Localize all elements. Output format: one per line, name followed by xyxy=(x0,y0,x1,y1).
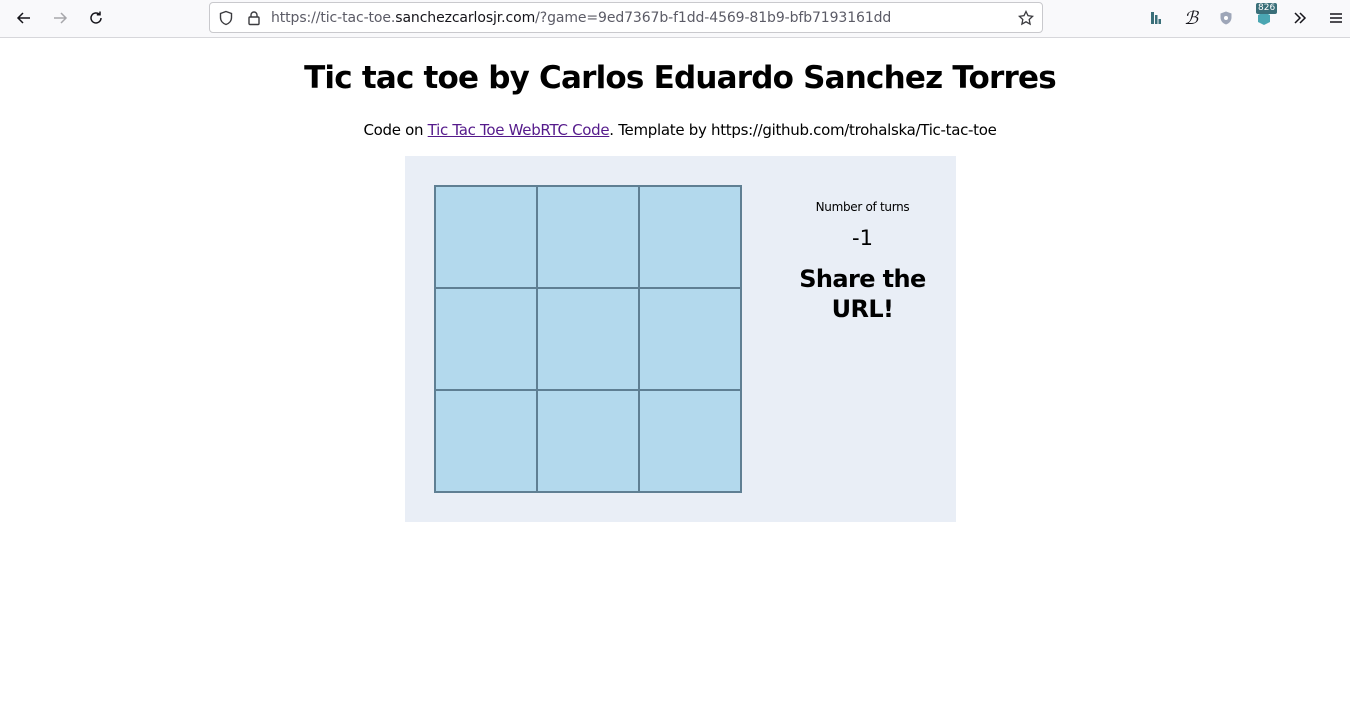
extension-button-3[interactable] xyxy=(1212,5,1240,31)
url-prefix: https://tic-tac-toe. xyxy=(271,10,396,26)
forward-button[interactable] xyxy=(46,5,74,31)
board-cell-2[interactable] xyxy=(537,186,639,288)
game-panel: Number of turns -1 Share the URL! xyxy=(405,156,956,522)
url-domain: sanchezcarlosjr.com xyxy=(395,10,536,26)
arrow-right-icon xyxy=(54,12,68,24)
board-cell-8[interactable] xyxy=(537,390,639,492)
page-title: Tic tac toe by Carlos Eduardo Sanchez To… xyxy=(304,60,1057,96)
credits-suffix: . Template by https://github.com/trohals… xyxy=(609,121,997,139)
hamburger-menu-icon xyxy=(1330,13,1342,23)
overflow-button[interactable] xyxy=(1286,5,1314,31)
turns-label: Number of turns xyxy=(815,200,910,214)
board-cell-9[interactable] xyxy=(639,390,741,492)
extension-button-2[interactable]: ℬ xyxy=(1177,5,1205,31)
shield-icon[interactable] xyxy=(217,9,235,27)
url-text[interactable]: https://tic-tac-toe.sanchezcarlosjr.com/… xyxy=(271,10,891,26)
script-b-icon: ℬ xyxy=(1183,7,1199,29)
board-cell-4[interactable] xyxy=(435,288,537,390)
menu-button[interactable] xyxy=(1322,5,1350,31)
board-cell-1[interactable] xyxy=(435,186,537,288)
back-button[interactable] xyxy=(10,5,38,31)
board-cell-6[interactable] xyxy=(639,288,741,390)
turns-value: -1 xyxy=(852,226,873,250)
board-cell-5[interactable] xyxy=(537,288,639,390)
browser-toolbar: https://tic-tac-toe.sanchezcarlosjr.com/… xyxy=(0,0,1350,38)
board-cell-3[interactable] xyxy=(639,186,741,288)
arrow-left-icon xyxy=(16,12,30,24)
extension-button-4[interactable]: 826 xyxy=(1250,3,1278,31)
bars-chart-icon xyxy=(1151,12,1161,24)
address-bar[interactable]: https://tic-tac-toe.sanchezcarlosjr.com/… xyxy=(209,2,1043,33)
credits-line: Code on Tic Tac Toe WebRTC Code. Templat… xyxy=(0,121,1350,139)
reload-icon xyxy=(90,11,102,24)
code-link[interactable]: Tic Tac Toe WebRTC Code xyxy=(428,121,610,139)
chevron-double-right-icon xyxy=(1294,12,1307,24)
lock-icon[interactable] xyxy=(245,9,263,27)
share-message: Share the URL! xyxy=(799,265,926,323)
page-content: Tic tac toe by Carlos Eduardo Sanchez To… xyxy=(0,38,1350,716)
extension-badge: 826 xyxy=(1256,3,1278,14)
board-cell-7[interactable] xyxy=(435,390,537,492)
star-icon[interactable] xyxy=(1017,9,1035,27)
game-info: Number of turns -1 Share the URL! xyxy=(775,200,950,324)
url-path: /?game=9ed7367b-f1dd-4569-81b9-bfb719316… xyxy=(535,10,892,26)
reload-button[interactable] xyxy=(82,5,110,31)
shield-extension-icon xyxy=(1220,11,1232,25)
credits-prefix: Code on xyxy=(363,121,428,139)
extension-button-1[interactable] xyxy=(1142,5,1170,31)
game-board xyxy=(434,185,742,493)
